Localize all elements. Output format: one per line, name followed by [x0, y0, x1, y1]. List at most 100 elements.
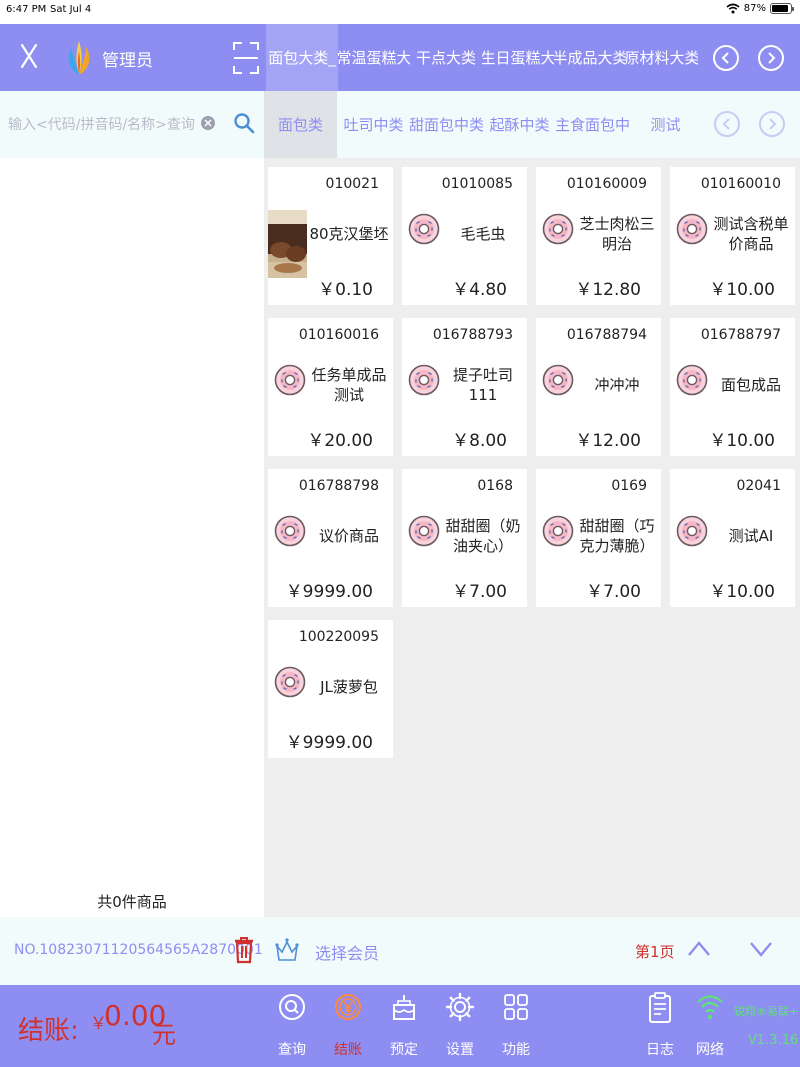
top-header: 管理员 面包大类_ 常温蛋糕大 干点大类 生日蛋糕大 半成品大类 原材料大类: [0, 24, 800, 91]
search-bar: [0, 91, 264, 158]
nav-checkout[interactable]: 结账: [328, 991, 368, 1065]
product-card[interactable]: 016788793 提子吐司111 ￥8.00: [402, 318, 527, 456]
close-icon[interactable]: [14, 41, 44, 71]
product-price: ￥9999.00: [285, 582, 373, 602]
product-code: 010160016: [298, 327, 379, 343]
product-code: 016788794: [566, 327, 647, 343]
donut-icon: [408, 364, 440, 396]
page-up-icon[interactable]: [686, 936, 712, 962]
subcategory-next-button[interactable]: [759, 111, 785, 137]
category-tab[interactable]: 面包大类_: [266, 24, 338, 91]
product-card[interactable]: 010160010 测试含税单价商品 ￥10.00: [670, 167, 795, 305]
product-price: ￥12.00: [575, 431, 641, 451]
product-price: ￥7.00: [586, 582, 641, 602]
subcategory-tab[interactable]: 起酥中类: [483, 91, 556, 158]
donut-icon: [676, 213, 708, 245]
subcategory-tab[interactable]: 吐司中类: [337, 91, 410, 158]
product-name: 甜甜圈（巧克力薄脆）: [579, 517, 655, 555]
product-card[interactable]: 100220095 JL菠萝包 ￥9999.00: [268, 620, 393, 758]
status-time: 6:47 PM: [6, 4, 47, 15]
chevron-left-icon: [722, 118, 730, 130]
product-card[interactable]: 016788794 冲冲冲 ￥12.00: [536, 318, 661, 456]
subcategory-tab[interactable]: 面包类: [264, 91, 337, 158]
brand-label: 锐翔®易联+: [734, 1005, 799, 1018]
product-code: 100220095: [298, 629, 379, 645]
status-right: 87%: [726, 3, 794, 14]
wifi-status-icon: [726, 3, 740, 14]
search-input[interactable]: [8, 113, 196, 137]
page-down-icon[interactable]: [748, 936, 774, 962]
checkout-label: 结账:: [18, 1016, 79, 1046]
product-name: 议价商品: [318, 527, 379, 545]
nav-query[interactable]: 查询: [272, 991, 312, 1065]
chevron-right-icon: [768, 52, 776, 64]
product-price: ￥4.80: [452, 280, 507, 300]
product-card[interactable]: 0169 甜甜圈（巧克力薄脆） ￥7.00: [536, 469, 661, 607]
category-tab[interactable]: 原材料大类: [626, 24, 698, 91]
nav-log[interactable]: 日志: [640, 991, 680, 1065]
clear-search-button[interactable]: [201, 116, 215, 130]
product-code: 016788797: [700, 327, 781, 343]
nav-network[interactable]: 网络: [690, 991, 730, 1065]
product-card[interactable]: 010021 80克汉堡坯 ￥0.10: [268, 167, 393, 305]
product-code: 016788798: [298, 478, 379, 494]
product-card[interactable]: 010160009 芝士肉松三明治 ￥12.80: [536, 167, 661, 305]
product-card[interactable]: 010160016 任务单成品测试 ￥20.00: [268, 318, 393, 456]
burger-photo-icon: [268, 210, 307, 278]
donut-icon: [542, 213, 574, 245]
product-card[interactable]: 0168 甜甜圈（奶油夹心） ￥7.00: [402, 469, 527, 607]
donut-icon: [542, 364, 574, 396]
category-tab[interactable]: 干点大类: [410, 24, 482, 91]
nav-reserve-label: 预定: [390, 1042, 418, 1058]
nav-reserve[interactable]: 预定: [384, 991, 424, 1065]
product-name: 面包成品: [720, 376, 781, 394]
donut-icon: [676, 515, 708, 547]
battery-percent: 87%: [743, 3, 766, 14]
product-name: 任务单成品测试: [311, 366, 387, 404]
product-name: 测试含税单价商品: [713, 215, 789, 253]
member-crown-icon[interactable]: [274, 934, 300, 964]
category-tab[interactable]: 生日蛋糕大: [482, 24, 554, 91]
product-card[interactable]: 016788797 面包成品 ￥10.00: [670, 318, 795, 456]
product-price: ￥9999.00: [285, 733, 373, 753]
subcategory-tab[interactable]: 甜面包中类: [410, 91, 483, 158]
donut-icon: [274, 515, 306, 547]
category-tab[interactable]: 半成品大类: [554, 24, 626, 91]
nav-log-label: 日志: [646, 1042, 674, 1058]
search-circle-icon: [279, 994, 305, 1020]
product-card[interactable]: 016788798 议价商品 ￥9999.00: [268, 469, 393, 607]
donut-icon: [542, 515, 574, 547]
nav-settings[interactable]: 设置: [440, 991, 480, 1065]
product-code: 0168: [477, 478, 513, 494]
category-prev-button[interactable]: [713, 45, 739, 71]
battery-icon: [770, 3, 794, 14]
product-grid: 010021 80克汉堡坯 ￥0.10 01010085 毛毛虫 ￥4.80 0101600…: [264, 158, 800, 917]
search-icon[interactable]: [233, 112, 255, 134]
product-price: ￥0.10: [318, 280, 373, 300]
cart-panel: 共0件商品: [0, 91, 264, 917]
gear-icon: [445, 992, 475, 1022]
scan-icon[interactable]: [232, 40, 260, 76]
order-info-bar: NO.10823071120564565A2870001 选择会员 第1页: [0, 917, 800, 985]
subcategory-bar: 面包类 吐司中类 甜面包中类 起酥中类 主食面包中 测试: [264, 91, 800, 158]
subcategory-tab[interactable]: 主食面包中: [556, 91, 629, 158]
donut-icon: [408, 213, 440, 245]
select-member-button[interactable]: 选择会员: [315, 940, 379, 964]
product-card[interactable]: 01010085 毛毛虫 ￥4.80: [402, 167, 527, 305]
battery-fill: [772, 5, 788, 12]
category-tab[interactable]: 常温蛋糕大: [338, 24, 410, 91]
product-code: 01010085: [441, 176, 513, 192]
product-price: ￥10.00: [709, 431, 775, 451]
subcategory-prev-button[interactable]: [714, 111, 740, 137]
user-name: 管理员: [102, 51, 153, 71]
nav-functions[interactable]: 功能: [496, 991, 536, 1065]
product-card[interactable]: 02041 测试AI ￥10.00: [670, 469, 795, 607]
bottom-toolbar: 结账: ￥ 0.00 元 查询 结账 预定 设置 功能 日志 网络 锐翔®易联+…: [0, 985, 800, 1067]
chevron-left-icon: [721, 52, 729, 64]
product-name: 提子吐司111: [452, 366, 513, 404]
product-code: 010160010: [700, 176, 781, 192]
category-next-button[interactable]: [758, 45, 784, 71]
clipboard-icon: [649, 992, 671, 1023]
subcategory-tab[interactable]: 测试: [629, 91, 702, 158]
trash-icon[interactable]: [233, 934, 255, 964]
